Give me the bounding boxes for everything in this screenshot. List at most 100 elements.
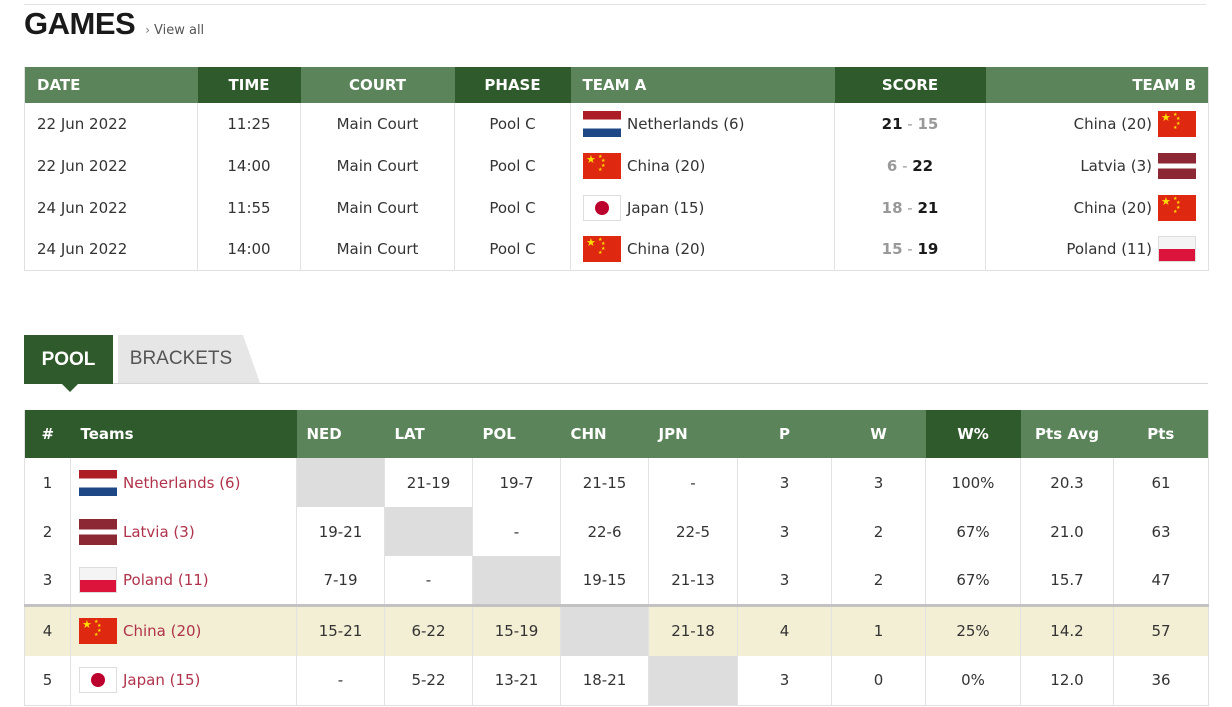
game-team-b: China (20) ★ ★ ★ ★ ★ [986,187,1209,229]
flag-netherlands-icon [583,111,621,137]
flag-netherlands-icon [79,469,117,496]
flag-china-icon: ★ ★ ★ ★ ★ [79,618,117,645]
team-link[interactable]: Poland (11) [123,571,209,589]
match-result: 18-21 [560,656,649,705]
team-b-name: China (20) [1073,199,1152,217]
game-date: 22 Jun 2022 [24,145,198,187]
pool-win-pct: 100% [925,458,1021,507]
team-a-name: China (20) [627,157,706,175]
game-row[interactable]: 22 Jun 2022 11:25 Main Court Pool C Netherla… [24,103,1209,145]
self-match-cell [384,507,473,556]
score-b: 21 [917,199,939,217]
score-a: 21 [881,115,903,133]
team-link[interactable]: Japan (15) [123,671,200,689]
view-all-link[interactable]: › View all [145,23,204,38]
match-result: 19-7 [472,458,561,507]
game-time: 14:00 [197,145,301,187]
pool-team: Latvia (3) [70,507,297,556]
col-pts[interactable]: Pts [1113,410,1209,458]
pool-won: 2 [831,507,926,556]
col-lat[interactable]: LAT [384,410,473,458]
pool-team: Poland (11) [70,556,297,605]
col-rank[interactable]: # [24,410,71,458]
match-result: 7-19 [296,556,385,605]
col-played[interactable]: P [737,410,832,458]
flag-poland-icon [1158,236,1196,263]
flag-latvia-icon [1158,153,1196,179]
game-score: 6 - 22 [834,145,986,187]
pool-row: 1 Netherlands (6) 21-19 19-7 21-15-3 3 100% 20.… [24,458,1209,507]
score-a: 18 [881,199,903,217]
self-match-cell [560,603,649,656]
col-time[interactable]: TIME [197,67,301,103]
col-phase[interactable]: PHASE [454,67,571,103]
game-score: 18 - 21 [834,187,986,229]
col-date[interactable]: DATE [24,67,198,103]
game-row[interactable]: 24 Jun 2022 14:00 Main Court Pool C ★ ★ ★ ★ ★ Chi… [24,229,1209,270]
flag-poland-icon [79,566,117,593]
flag-china-icon: ★ ★ ★ ★ ★ [583,153,621,179]
match-result: 22-6 [560,507,649,556]
pool-pts-avg: 21.0 [1020,507,1114,556]
team-a-name: China (20) [627,240,706,259]
pool-header-row: # Teams NED LAT POL CHN JPN P W W% Pts A… [24,410,1209,458]
pool-won: 1 [831,603,926,656]
col-won[interactable]: W [831,410,926,458]
team-link[interactable]: Latvia (3) [123,523,195,541]
pool-team: Japan (15) [70,656,297,705]
games-header-row: DATE TIME COURT PHASE TEAM A SCORE TEAM … [24,67,1209,103]
match-result: 6-22 [384,603,473,656]
col-team-a[interactable]: TEAM A [570,67,835,103]
pool-rank: 4 [24,603,71,656]
col-score[interactable]: SCORE [834,67,986,103]
pool-standings-table: # Teams NED LAT POL CHN JPN P W W% Pts A… [24,410,1209,706]
tab-pool[interactable]: POOL [24,335,113,392]
score-separator: - [897,157,913,175]
game-date: 22 Jun 2022 [24,103,198,145]
col-chn[interactable]: CHN [560,410,649,458]
game-team-b: China (20) ★ ★ ★ ★ ★ [986,103,1209,145]
match-result: 21-13 [648,556,738,605]
match-result: 13-21 [472,656,561,705]
game-score: 21 - 15 [834,103,986,145]
match-result: 19-15 [560,556,649,605]
pool-pts-avg: 14.2 [1020,603,1114,656]
match-result: 19-21 [296,507,385,556]
score-b: 22 [912,157,934,175]
match-result: - [296,656,385,705]
game-phase: Pool C [454,145,571,187]
pool-win-pct: 67% [925,556,1021,605]
pool-row: 5 Japan (15) -5-22 13-21 18-21 3 0 0% 12.0 36 [24,656,1209,705]
top-divider [24,4,1206,5]
pool-rank: 1 [24,458,71,507]
match-result: 21-15 [560,458,649,507]
col-ned[interactable]: NED [296,410,385,458]
pool-won: 2 [831,556,926,605]
pool-played: 3 [737,507,832,556]
team-a-name: Japan (15) [627,199,705,217]
tab-brackets[interactable]: BRACKETS [118,335,260,383]
self-match-cell [648,656,738,705]
pool-row: 3 Poland (11) 7-19-19-15 21-13 3 2 67% 15.7 47 [24,556,1209,605]
col-team-b[interactable]: TEAM B [985,67,1209,103]
pool-rank: 3 [24,556,71,605]
game-court: Main Court [300,187,455,229]
pool-row: 2 Latvia (3) 19-21-22-6 22-5 3 2 67% 21.0 63 [24,507,1209,556]
col-pol[interactable]: POL [472,410,561,458]
col-teams[interactable]: Teams [70,410,297,458]
team-link[interactable]: China (20) [123,622,201,640]
col-win-pct[interactable]: W% [925,410,1021,458]
pool-played: 4 [737,603,832,656]
game-row[interactable]: 22 Jun 2022 14:00 Main Court Pool C ★ ★ ★ ★ ★ Chi… [24,145,1209,187]
col-pts-avg[interactable]: Pts Avg [1020,410,1114,458]
team-link[interactable]: Netherlands (6) [123,474,240,492]
game-team-a: ★ ★ ★ ★ ★ China (20) [570,229,835,270]
game-team-b: Latvia (3) [986,145,1209,187]
game-row[interactable]: 24 Jun 2022 11:55 Main Court Pool C Japan (1… [24,187,1209,229]
col-court[interactable]: COURT [300,67,455,103]
col-jpn[interactable]: JPN [648,410,738,458]
game-court: Main Court [300,229,455,270]
flag-latvia-icon [79,518,117,545]
flag-china-icon: ★ ★ ★ ★ ★ [583,236,621,263]
team-b-name: China (20) [1073,115,1152,133]
